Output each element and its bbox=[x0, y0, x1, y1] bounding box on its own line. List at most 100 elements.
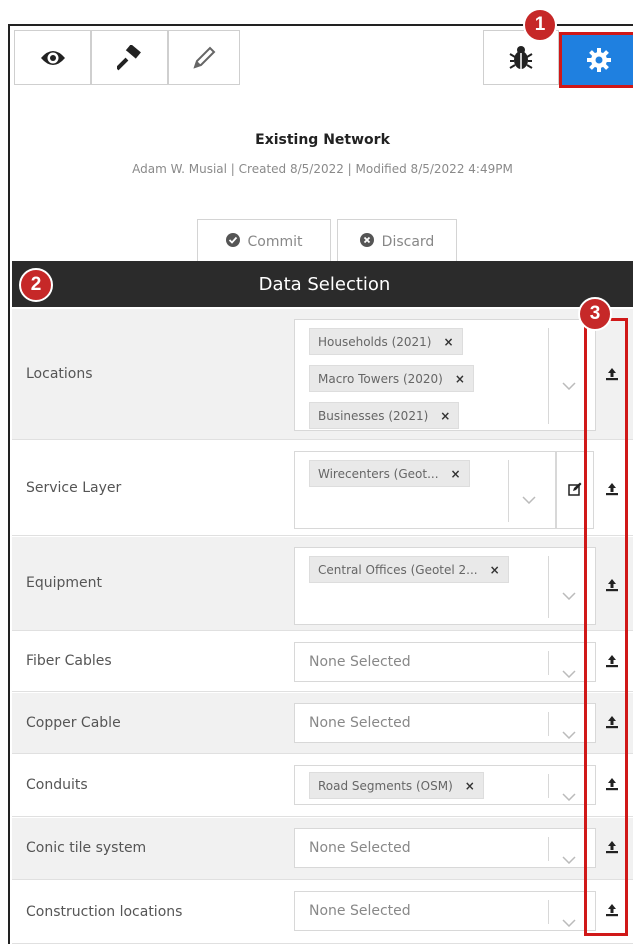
select-divider bbox=[548, 712, 549, 736]
callout-badge-2: 2 bbox=[19, 268, 53, 302]
eye-icon bbox=[40, 48, 66, 68]
plan-title: Existing Network bbox=[255, 132, 390, 148]
data-row: Service Layer Wirecenters (Geot... × bbox=[12, 441, 633, 536]
select-divider bbox=[548, 774, 549, 798]
remove-chip-icon[interactable]: × bbox=[440, 409, 450, 423]
data-row: Equipment Central Offices (Geotel 2... × bbox=[12, 537, 633, 631]
upload-icon bbox=[605, 714, 619, 733]
selected-chip: Road Segments (OSM) × bbox=[309, 772, 484, 799]
chevron-down-icon[interactable] bbox=[562, 375, 576, 394]
chevron-down-icon[interactable] bbox=[562, 585, 576, 604]
chevron-down-icon[interactable] bbox=[562, 663, 576, 682]
upload-icon bbox=[605, 366, 619, 385]
upload-button[interactable] bbox=[594, 547, 630, 625]
data-selection-header: Data Selection bbox=[12, 261, 633, 307]
row-label: Construction locations bbox=[26, 903, 183, 920]
chip-label: Macro Towers (2020) bbox=[318, 371, 443, 386]
upload-button[interactable] bbox=[594, 703, 630, 743]
layer-multiselect[interactable]: Central Offices (Geotel 2... × bbox=[294, 547, 596, 625]
remove-chip-icon[interactable]: × bbox=[465, 779, 475, 793]
select-divider bbox=[548, 556, 549, 618]
check-circle-icon bbox=[225, 233, 240, 251]
selected-chip: Central Offices (Geotel 2... × bbox=[309, 556, 509, 583]
chevron-down-icon[interactable] bbox=[562, 849, 576, 868]
row-label: Service Layer bbox=[26, 479, 122, 496]
data-row: Conduits Road Segments (OSM) × bbox=[12, 755, 633, 817]
row-label: Fiber Cables bbox=[26, 653, 112, 669]
gear-icon bbox=[586, 47, 612, 73]
data-row: Construction locations None Selected bbox=[12, 881, 633, 944]
pencil-icon bbox=[191, 45, 217, 71]
edit-mode-button[interactable] bbox=[168, 30, 240, 85]
upload-button[interactable] bbox=[594, 765, 630, 805]
upload-button[interactable] bbox=[594, 451, 630, 529]
layer-multiselect[interactable]: None Selected bbox=[294, 891, 596, 931]
discard-label: Discard bbox=[381, 234, 435, 250]
select-divider bbox=[548, 837, 549, 861]
callout-badge-1: 1 bbox=[523, 8, 557, 42]
upload-icon bbox=[605, 902, 619, 921]
chevron-down-icon[interactable] bbox=[562, 912, 576, 931]
upload-button[interactable] bbox=[594, 319, 630, 431]
discard-button[interactable]: Discard bbox=[337, 219, 457, 265]
row-label: Equipment bbox=[26, 575, 102, 591]
row-label: Conduits bbox=[26, 777, 88, 793]
select-divider bbox=[508, 460, 509, 522]
selected-chip: Wirecenters (Geot... × bbox=[309, 460, 470, 487]
bug-icon bbox=[507, 44, 535, 72]
select-divider bbox=[548, 651, 549, 675]
row-label: Conic tile system bbox=[26, 840, 147, 856]
chip-label: Households (2021) bbox=[318, 334, 432, 349]
selected-chip: Households (2021) × bbox=[309, 328, 463, 355]
row-label: Locations bbox=[26, 365, 93, 382]
upload-button[interactable] bbox=[594, 828, 630, 868]
data-row: Copper Cable None Selected bbox=[12, 693, 633, 754]
select-divider bbox=[548, 900, 549, 924]
data-row: Locations Households (2021) × Macro Towers … bbox=[12, 309, 633, 440]
remove-chip-icon[interactable]: × bbox=[455, 372, 465, 386]
plan-meta: Adam W. Musial | Created 8/5/2022 | Modi… bbox=[132, 162, 513, 176]
gavel-icon bbox=[116, 44, 143, 71]
upload-icon bbox=[605, 653, 619, 672]
layer-multiselect[interactable]: None Selected bbox=[294, 828, 596, 868]
analysis-mode-button[interactable] bbox=[91, 30, 168, 85]
commit-label: Commit bbox=[247, 234, 303, 250]
chip-label: Road Segments (OSM) bbox=[318, 778, 453, 793]
x-circle-icon bbox=[359, 233, 374, 251]
upload-button[interactable] bbox=[594, 891, 630, 931]
selected-chip: Macro Towers (2020) × bbox=[309, 365, 474, 392]
selected-chip: Businesses (2021) × bbox=[309, 402, 460, 429]
chevron-down-icon[interactable] bbox=[562, 786, 576, 805]
layer-multiselect[interactable]: Wirecenters (Geot... × bbox=[294, 451, 556, 529]
commit-button[interactable]: Commit bbox=[197, 219, 331, 265]
layer-multiselect[interactable]: None Selected bbox=[294, 703, 596, 743]
view-mode-button[interactable] bbox=[14, 30, 91, 85]
settings-button[interactable] bbox=[559, 32, 633, 88]
edit-icon bbox=[568, 481, 582, 500]
layer-multiselect[interactable]: Road Segments (OSM) × bbox=[294, 765, 596, 805]
upload-icon bbox=[605, 577, 619, 596]
select-placeholder: None Selected bbox=[309, 840, 411, 856]
chip-label: Central Offices (Geotel 2... bbox=[318, 562, 478, 577]
select-divider bbox=[548, 328, 549, 424]
upload-icon bbox=[605, 481, 619, 500]
select-placeholder: None Selected bbox=[309, 715, 411, 731]
upload-icon bbox=[605, 776, 619, 795]
layer-multiselect[interactable]: None Selected bbox=[294, 642, 596, 682]
chevron-down-icon[interactable] bbox=[522, 489, 536, 508]
remove-chip-icon[interactable]: × bbox=[490, 563, 500, 577]
layer-multiselect[interactable]: Households (2021) × Macro Towers (2020) × Bu… bbox=[294, 319, 596, 431]
chip-label: Businesses (2021) bbox=[318, 408, 429, 423]
chevron-down-icon[interactable] bbox=[562, 724, 576, 743]
select-placeholder: None Selected bbox=[309, 654, 411, 670]
remove-chip-icon[interactable]: × bbox=[443, 335, 453, 349]
data-row: Conic tile system None Selected bbox=[12, 818, 633, 880]
select-placeholder: None Selected bbox=[309, 903, 411, 919]
callout-badge-3: 3 bbox=[578, 297, 612, 331]
upload-button[interactable] bbox=[594, 642, 630, 682]
chip-label: Wirecenters (Geot... bbox=[318, 466, 439, 481]
data-row: Fiber Cables None Selected bbox=[12, 632, 633, 692]
edit-layer-button[interactable] bbox=[556, 451, 594, 529]
remove-chip-icon[interactable]: × bbox=[451, 467, 461, 481]
section-title: Data Selection bbox=[258, 273, 391, 295]
